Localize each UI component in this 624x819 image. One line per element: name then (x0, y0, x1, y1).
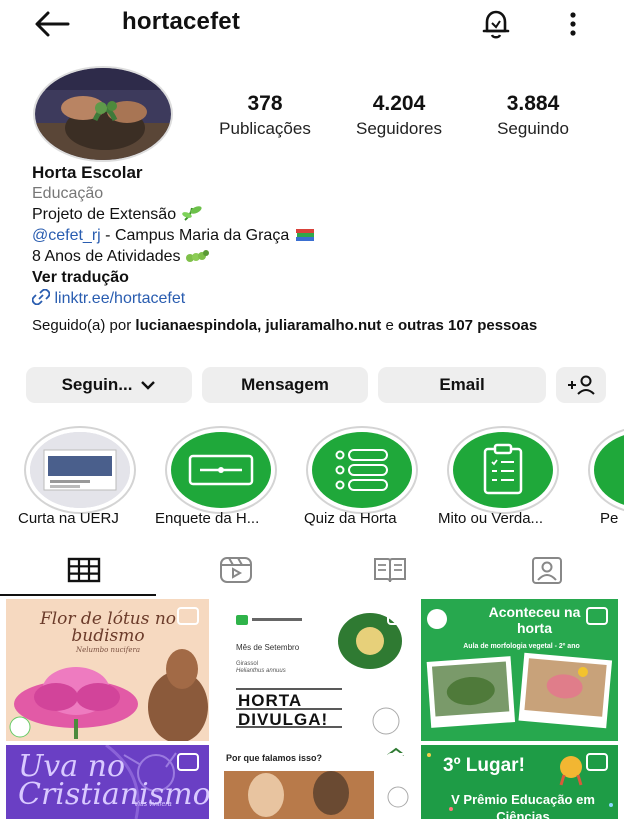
highlight-partial[interactable] (588, 426, 624, 518)
mention-link[interactable]: @cefet_rj (32, 227, 101, 244)
multi-post-icon (177, 753, 199, 771)
followed-by-others: outras 107 pessoas (397, 317, 538, 334)
message-button[interactable]: Mensagem (202, 367, 368, 403)
highlight-thumbnail (594, 432, 624, 508)
guides-icon[interactable] (370, 554, 410, 586)
highlight-label: Mito ou Verda... (438, 510, 544, 527)
post-2-plant: Girassol (236, 661, 259, 667)
suggested-accounts-button[interactable] (556, 367, 606, 403)
bio-line-1: Projeto de Extensão (32, 204, 602, 225)
followers-count: 4.204 (372, 92, 426, 115)
back-arrow-icon[interactable] (30, 6, 74, 42)
add-person-icon (568, 375, 595, 395)
multi-post-icon (387, 607, 409, 625)
profile-bio: Horta Escolar Educação Projeto de Extens… (31, 162, 602, 334)
multi-post-icon (177, 607, 199, 625)
bio-line-3-text: 8 Anos de Atividades (32, 248, 181, 265)
highlight-thumbnail (453, 432, 553, 508)
post-1-title: Flor de lótus no budismo (39, 609, 177, 646)
posts-count: 378 (247, 92, 283, 115)
stat-following[interactable]: 3.884 Seguindo (468, 92, 598, 139)
post-3-subtitle: Aula de morfologia vegetal - 2º ano (463, 643, 580, 650)
highlight-thumbnail (30, 432, 130, 508)
poll-icon (188, 454, 254, 486)
highlight-ring (447, 426, 559, 514)
post-6-title: 3º Lugar! (443, 755, 525, 776)
followed-by-text[interactable]: Seguido(a) por lucianaespindola, juliara… (32, 317, 602, 334)
highlight-ring (588, 426, 624, 514)
seedling-emoji-icon (181, 206, 202, 221)
post-thumbnail[interactable]: Por que falamos isso? (216, 745, 419, 819)
highlight-mito-ou-verdade[interactable] (447, 426, 559, 518)
following-button[interactable]: Seguin... (26, 367, 192, 403)
following-button-label: Seguin... (61, 375, 133, 394)
profile-display-name: Horta Escolar (32, 163, 143, 182)
followed-by-prefix: Seguido(a) por (32, 317, 136, 334)
highlight-thumbnail (312, 432, 412, 508)
post-2-scientific-name: Helianthus annuus (236, 668, 286, 674)
posts-grid: Flor de lótus no budismo Nelumbo nucifer… (6, 599, 618, 819)
highlight-ring (165, 426, 277, 514)
external-link-row[interactable]: linktr.ee/hortacefet (31, 288, 602, 309)
profile-tabs (0, 548, 624, 598)
post-5-title: Por que falamos isso? (226, 753, 323, 763)
bio-line-2: @cefet_rj - Campus Maria da Graça (32, 225, 602, 246)
post-1-subtitle: Nelumbo nucifera (75, 646, 140, 654)
post-thumbnail[interactable]: Mês de Setembro Girassol Helianthus annu… (216, 599, 419, 741)
post-2-heading-1: HORTA (238, 691, 303, 710)
active-tab-indicator (0, 594, 156, 596)
bio-website-link[interactable]: linktr.ee/hortacefet (54, 290, 185, 307)
list-icon (335, 449, 388, 491)
books-emoji-icon (295, 229, 314, 241)
highlight-enquete[interactable] (165, 426, 277, 518)
post-2-heading-2: DIVULGA! (238, 710, 329, 729)
bio-line-2-text: - Campus Maria da Graça (100, 227, 290, 244)
reels-icon[interactable] (216, 554, 256, 586)
highlight-quiz[interactable] (306, 426, 418, 518)
tagged-icon[interactable] (527, 554, 567, 586)
bio-line-3: 8 Anos de Atividades (32, 246, 602, 267)
profile-category: Educação (32, 185, 104, 202)
followed-by-names: lucianaespindola, juliaramalho.nut (135, 317, 382, 334)
post-thumbnail[interactable]: Aconteceu na horta Aula de morfologia ve… (421, 599, 618, 741)
highlight-thumbnail (171, 432, 271, 508)
post-4-subtitle: Vitis vinifera (134, 801, 172, 808)
notification-bell-icon[interactable] (478, 6, 514, 42)
post-thumbnail[interactable]: Flor de lótus no budismo Nelumbo nucifer… (6, 599, 209, 741)
post-2-month: Mês de Setembro (236, 643, 300, 652)
clipboard-icon (483, 443, 523, 495)
bio-line-1-text: Projeto de Extensão (32, 206, 177, 223)
following-label: Seguindo (497, 119, 569, 138)
grid-icon[interactable] (64, 554, 104, 586)
multi-post-icon (586, 607, 608, 625)
highlight-label: Enquete da H... (155, 510, 260, 527)
highlight-ring (24, 426, 136, 514)
highlight-label: Pe (600, 510, 619, 527)
caterpillar-emoji-icon (186, 250, 210, 262)
following-count: 3.884 (506, 92, 560, 115)
multi-post-icon (586, 753, 608, 771)
post-thumbnail[interactable]: Uva no Cristianismo Vitis vinifera (6, 745, 209, 819)
stat-posts[interactable]: 378 Publicações (200, 92, 330, 139)
translate-link[interactable]: Ver tradução (32, 267, 602, 288)
highlight-label: Curta na UERJ (18, 510, 119, 527)
stat-followers[interactable]: 4.204 Seguidores (334, 92, 464, 139)
posts-label: Publicações (219, 119, 311, 138)
more-options-icon[interactable] (558, 8, 588, 40)
multi-post-icon (387, 753, 409, 771)
chevron-down-icon (141, 381, 156, 390)
followers-label: Seguidores (355, 119, 442, 138)
email-button[interactable]: Email (378, 367, 546, 403)
link-icon (31, 288, 51, 306)
post-6-subtitle: V Prêmio Educação em Ciências (451, 792, 595, 819)
highlight-label: Quiz da Horta (304, 510, 397, 527)
followed-by-connector: e (381, 317, 398, 334)
post-thumbnail[interactable]: 3º Lugar! V Prêmio Educação em Ciências (421, 745, 618, 819)
top-bar: hortacefet (0, 0, 624, 48)
highlight-curta-na-uerj[interactable] (24, 426, 136, 518)
profile-avatar[interactable] (33, 66, 173, 162)
highlight-ring (306, 426, 418, 514)
profile-username: hortacefet (122, 8, 241, 35)
